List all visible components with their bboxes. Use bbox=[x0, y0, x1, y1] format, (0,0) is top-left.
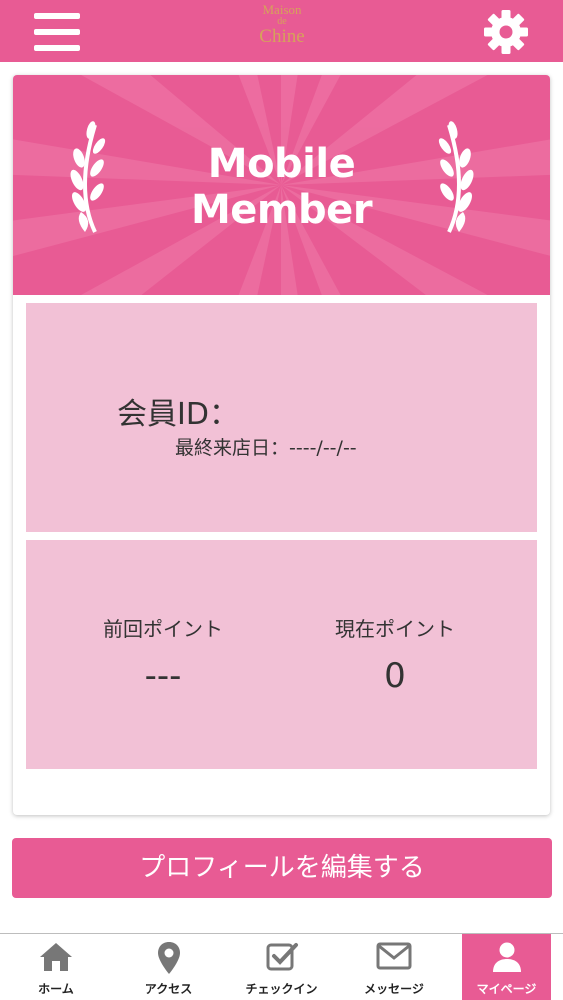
map-pin-icon bbox=[157, 942, 180, 974]
nav-item-message[interactable]: メッセージ bbox=[338, 934, 450, 1000]
brand-logo[interactable]: Maison de Chine bbox=[240, 3, 324, 59]
nav-label-access: アクセス bbox=[144, 982, 193, 996]
nav-label-mypage: マイページ bbox=[476, 982, 537, 996]
nav-label-checkin: チェックイン bbox=[245, 982, 318, 996]
hamburger-menu-icon[interactable] bbox=[34, 12, 82, 52]
user-icon bbox=[492, 942, 521, 972]
nav-item-mypage[interactable]: マイページ bbox=[462, 934, 551, 1000]
member-id-label: 会員ID： bbox=[117, 397, 239, 432]
current-points-value: 0 bbox=[384, 656, 406, 696]
nav-label-message: メッセージ bbox=[364, 982, 424, 996]
member-banner: Mobile Member bbox=[13, 75, 550, 295]
gear-icon[interactable] bbox=[483, 9, 529, 55]
nav-item-home[interactable]: ホーム bbox=[0, 934, 112, 1000]
envelope-icon bbox=[376, 942, 412, 970]
home-icon bbox=[40, 943, 72, 971]
previous-points-value: --- bbox=[144, 656, 182, 696]
current-points: 現在ポイント 0 bbox=[295, 613, 495, 696]
bottom-nav: ホーム アクセス チェックイン メッセージ マイページ bbox=[0, 933, 563, 1000]
nav-item-checkin[interactable]: チェックイン bbox=[225, 934, 338, 1000]
edit-profile-button[interactable]: プロフィールを編集する bbox=[12, 838, 552, 898]
checkbox-icon bbox=[266, 943, 298, 971]
banner-title: Mobile Member bbox=[13, 141, 550, 233]
logo-line-3: Chine bbox=[259, 26, 305, 48]
logo-line-1: Maison bbox=[262, 2, 302, 17]
nav-label-home: ホーム bbox=[38, 982, 74, 996]
member-card: Mobile Member 会員ID： 最終来店日：----/--/-- 前回ポ… bbox=[13, 75, 550, 815]
member-info-panel: 会員ID： 最終来店日：----/--/-- bbox=[26, 303, 537, 532]
banner-title-line-1: Mobile bbox=[207, 141, 356, 187]
app-header: Maison de Chine bbox=[0, 0, 563, 62]
previous-points-label: 前回ポイント bbox=[103, 617, 223, 641]
points-panel: 前回ポイント --- 現在ポイント 0 bbox=[26, 540, 537, 769]
nav-item-access[interactable]: アクセス bbox=[112, 934, 225, 1000]
current-points-label: 現在ポイント bbox=[335, 617, 455, 641]
last-visit-date: 最終来店日：----/--/-- bbox=[175, 437, 357, 459]
banner-title-line-2: Member bbox=[190, 187, 373, 233]
previous-points: 前回ポイント --- bbox=[63, 613, 263, 696]
